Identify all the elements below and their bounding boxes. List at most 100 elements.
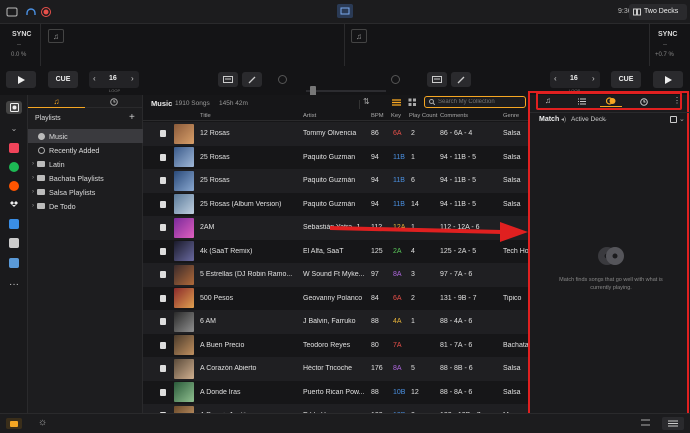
- deck-left: SYNC -- 0.0 % ♫: [0, 24, 345, 66]
- sync-button-right[interactable]: SYNC: [658, 31, 677, 38]
- playlist-label: Recently Added: [49, 145, 100, 155]
- chevron-down-icon[interactable]: ⌄: [602, 115, 608, 123]
- music-tab-icon[interactable]: ♫: [545, 96, 551, 105]
- loop-size-left: 16: [109, 75, 117, 82]
- column-header-title[interactable]: Title: [200, 113, 211, 119]
- list-view-icon[interactable]: [392, 99, 401, 106]
- track-genre: Salsa: [503, 177, 521, 184]
- sort-icon[interactable]: ⇅: [363, 97, 370, 106]
- track-genre: Salsa: [503, 388, 521, 396]
- track-artist: Geovanny Polanco: [303, 294, 363, 302]
- column-header-key[interactable]: Key: [391, 113, 401, 119]
- window-icon[interactable]: [5, 6, 19, 18]
- music-icon: [38, 132, 45, 140]
- playlist-item-bachata[interactable]: › Bachata Playlists: [28, 171, 143, 185]
- tidal-icon[interactable]: [6, 198, 22, 211]
- keyboard-icon-right[interactable]: [427, 72, 447, 87]
- fx-knob-left[interactable]: [278, 75, 287, 84]
- playlist-item-de-todo[interactable]: › De Todo: [28, 199, 143, 213]
- table-row[interactable]: 6 AM J Balvin, Farruko 88 4A 1 88 - 4A - 6: [143, 310, 530, 334]
- track-bpm: 94: [371, 177, 379, 184]
- table-row[interactable]: 5 Estrellas (DJ Robin Ramo... W Sound Ft …: [143, 263, 530, 287]
- soundcloud-icon[interactable]: [6, 179, 22, 192]
- loop-size-right: 16: [570, 75, 578, 82]
- match-source-dropdown[interactable]: Active Deck: [571, 116, 605, 123]
- browser-toggle-icon[interactable]: [6, 418, 22, 429]
- more-icon[interactable]: ···: [6, 278, 22, 291]
- edit-icon-right[interactable]: [451, 72, 471, 87]
- playlist-label: De Todo: [49, 201, 76, 211]
- fx-knob-right[interactable]: [391, 75, 400, 84]
- brightness-icon[interactable]: ☼: [38, 417, 47, 428]
- track-comments: 125 - 2A - 5: [440, 247, 477, 255]
- play-button-left[interactable]: [6, 71, 36, 88]
- apple-music-icon[interactable]: [6, 141, 22, 154]
- track-play-count: 1: [411, 318, 415, 325]
- keyboard-icon-left[interactable]: [218, 72, 238, 87]
- track-comments: 131 - 9B - 7: [440, 294, 477, 302]
- table-row[interactable]: A Corazón Abierto Héctor Tricoche 176 8A 5 88…: [143, 357, 530, 381]
- playlists-tab-icon[interactable]: ♫: [28, 95, 85, 108]
- column-header-genre[interactable]: Genre: [503, 113, 519, 119]
- waveform-view-icon[interactable]: [641, 418, 650, 427]
- chevron-right-icon[interactable]: ›: [32, 189, 34, 195]
- loop-decrease-left[interactable]: ‹: [93, 74, 96, 83]
- finder-icon[interactable]: [6, 217, 22, 230]
- table-row[interactable]: 25 Rosas (Album Version) Paquito Guzmán 94…: [143, 193, 530, 217]
- decks-selector[interactable]: Two Decks: [629, 4, 687, 20]
- more-options-icon[interactable]: ⋮: [673, 96, 681, 105]
- search-input[interactable]: [438, 97, 523, 106]
- history-icon[interactable]: [640, 98, 648, 106]
- table-row[interactable]: A Buen Precio Teodoro Reyes 80 7A 81 - 7A - …: [143, 334, 530, 358]
- chevron-right-icon[interactable]: ›: [32, 203, 34, 209]
- list-tab-icon[interactable]: [578, 98, 586, 105]
- column-header-bpm[interactable]: BPM: [371, 113, 384, 119]
- chevron-down-icon[interactable]: ⌄: [679, 115, 685, 123]
- loop-label-left: LOOP: [109, 88, 121, 93]
- chevron-down-icon[interactable]: ⌄: [6, 122, 22, 135]
- file-icon: [160, 365, 166, 372]
- spotify-icon[interactable]: [6, 160, 22, 173]
- playlist-item-salsa[interactable]: › Salsa Playlists: [28, 185, 143, 199]
- playlist-item-recently-added[interactable]: Recently Added: [28, 143, 143, 157]
- table-row[interactable]: A Donde Iras Puerto Rican Pow... 88 10B 12 88…: [143, 381, 530, 405]
- table-row[interactable]: 12 Rosas Tommy Olivencia 86 6A 2 86 - 6A - 4 S…: [143, 122, 530, 146]
- playlist-item-music[interactable]: Music: [28, 129, 143, 143]
- column-header-artist[interactable]: Artist: [303, 113, 316, 119]
- chevron-right-icon[interactable]: ›: [32, 161, 34, 167]
- loop-increase-right[interactable]: ›: [592, 74, 595, 83]
- table-row[interactable]: 25 Rosas Paquito Guzmán 94 11B 6 94 - 11B - 5…: [143, 169, 530, 193]
- edit-icon-left[interactable]: [242, 72, 262, 87]
- cue-button-right[interactable]: CUE: [611, 71, 641, 88]
- add-playlist-icon[interactable]: +: [129, 112, 135, 123]
- drive-icon[interactable]: [6, 236, 22, 249]
- track-key: 8A: [393, 365, 402, 372]
- record-icon[interactable]: [39, 6, 53, 18]
- loop-decrease-right[interactable]: ‹: [554, 74, 557, 83]
- play-button-right[interactable]: [653, 71, 683, 88]
- history-tab-icon[interactable]: [85, 95, 143, 108]
- stems-icon[interactable]: [6, 256, 22, 269]
- column-header-comments[interactable]: Comments: [440, 113, 468, 119]
- table-row[interactable]: 25 Rosas Paquito Guzman 94 11B 1 94 - 11B - 5…: [143, 146, 530, 170]
- table-row[interactable]: 500 Pesos Geovanny Polanco 84 6A 2 131 - 9B -…: [143, 287, 530, 311]
- settings-icon[interactable]: [670, 116, 677, 123]
- headphones-icon[interactable]: [24, 6, 38, 18]
- search-box[interactable]: [424, 96, 526, 108]
- track-key: 7A: [393, 341, 402, 349]
- grid-view-icon[interactable]: [408, 98, 417, 107]
- loop-increase-left[interactable]: ›: [131, 74, 134, 83]
- track-artist: Héctor Tricoche: [303, 365, 353, 372]
- playlists-panel: ♫ Playlists + Music Recently Added › Lat…: [28, 95, 143, 413]
- chevron-right-icon[interactable]: ›: [32, 175, 34, 181]
- playlist-item-latin[interactable]: › Latin: [28, 157, 143, 171]
- match-tab[interactable]: [600, 95, 622, 107]
- layout-toggle-icon[interactable]: [337, 4, 353, 18]
- folder-icon: [37, 189, 45, 195]
- sync-button-left[interactable]: SYNC: [12, 31, 31, 38]
- table-row[interactable]: A Dormir JuntitosEddy Herrera12212B2122 …: [143, 404, 530, 413]
- cue-button-left[interactable]: CUE: [48, 71, 78, 88]
- layout-view-icon[interactable]: [662, 417, 684, 430]
- column-header-play-count[interactable]: Play Count: [409, 113, 437, 119]
- library-source-icon[interactable]: [6, 101, 22, 114]
